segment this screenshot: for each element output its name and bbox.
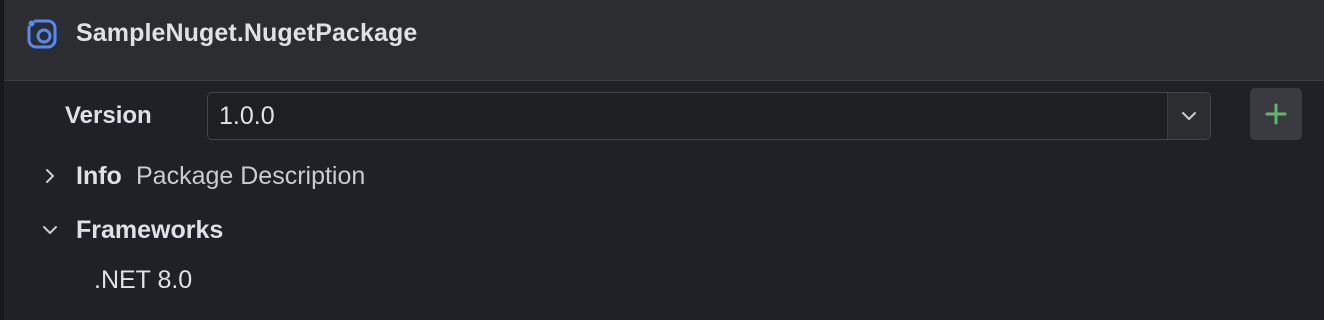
package-title: SampleNuget.NugetPackage bbox=[76, 19, 418, 47]
framework-list-item[interactable]: .NET 8.0 bbox=[94, 266, 192, 295]
tree-node-info[interactable]: Info Package Description bbox=[4, 157, 404, 197]
add-version-button[interactable] bbox=[1250, 88, 1302, 140]
tree-node-frameworks[interactable]: Frameworks bbox=[4, 211, 264, 251]
frameworks-title: Frameworks bbox=[76, 216, 224, 244]
version-selected-value: 1.0.0 bbox=[219, 102, 275, 130]
chevron-down-icon[interactable] bbox=[40, 220, 60, 240]
chevron-right-icon[interactable] bbox=[40, 166, 60, 186]
version-dropdown[interactable]: 1.0.0 bbox=[207, 92, 1211, 140]
package-header: SampleNuget.NugetPackage bbox=[4, 0, 1324, 81]
chevron-down-icon bbox=[1182, 112, 1196, 120]
nuget-package-panel: SampleNuget.NugetPackage Version 1.0.0 I… bbox=[0, 0, 1324, 320]
nuget-package-icon bbox=[24, 16, 60, 52]
version-label: Version bbox=[65, 102, 152, 129]
info-title: Info bbox=[76, 162, 122, 190]
info-description: Package Description bbox=[136, 162, 366, 190]
dropdown-arrow-button[interactable] bbox=[1168, 93, 1210, 139]
plus-icon bbox=[1265, 103, 1287, 125]
